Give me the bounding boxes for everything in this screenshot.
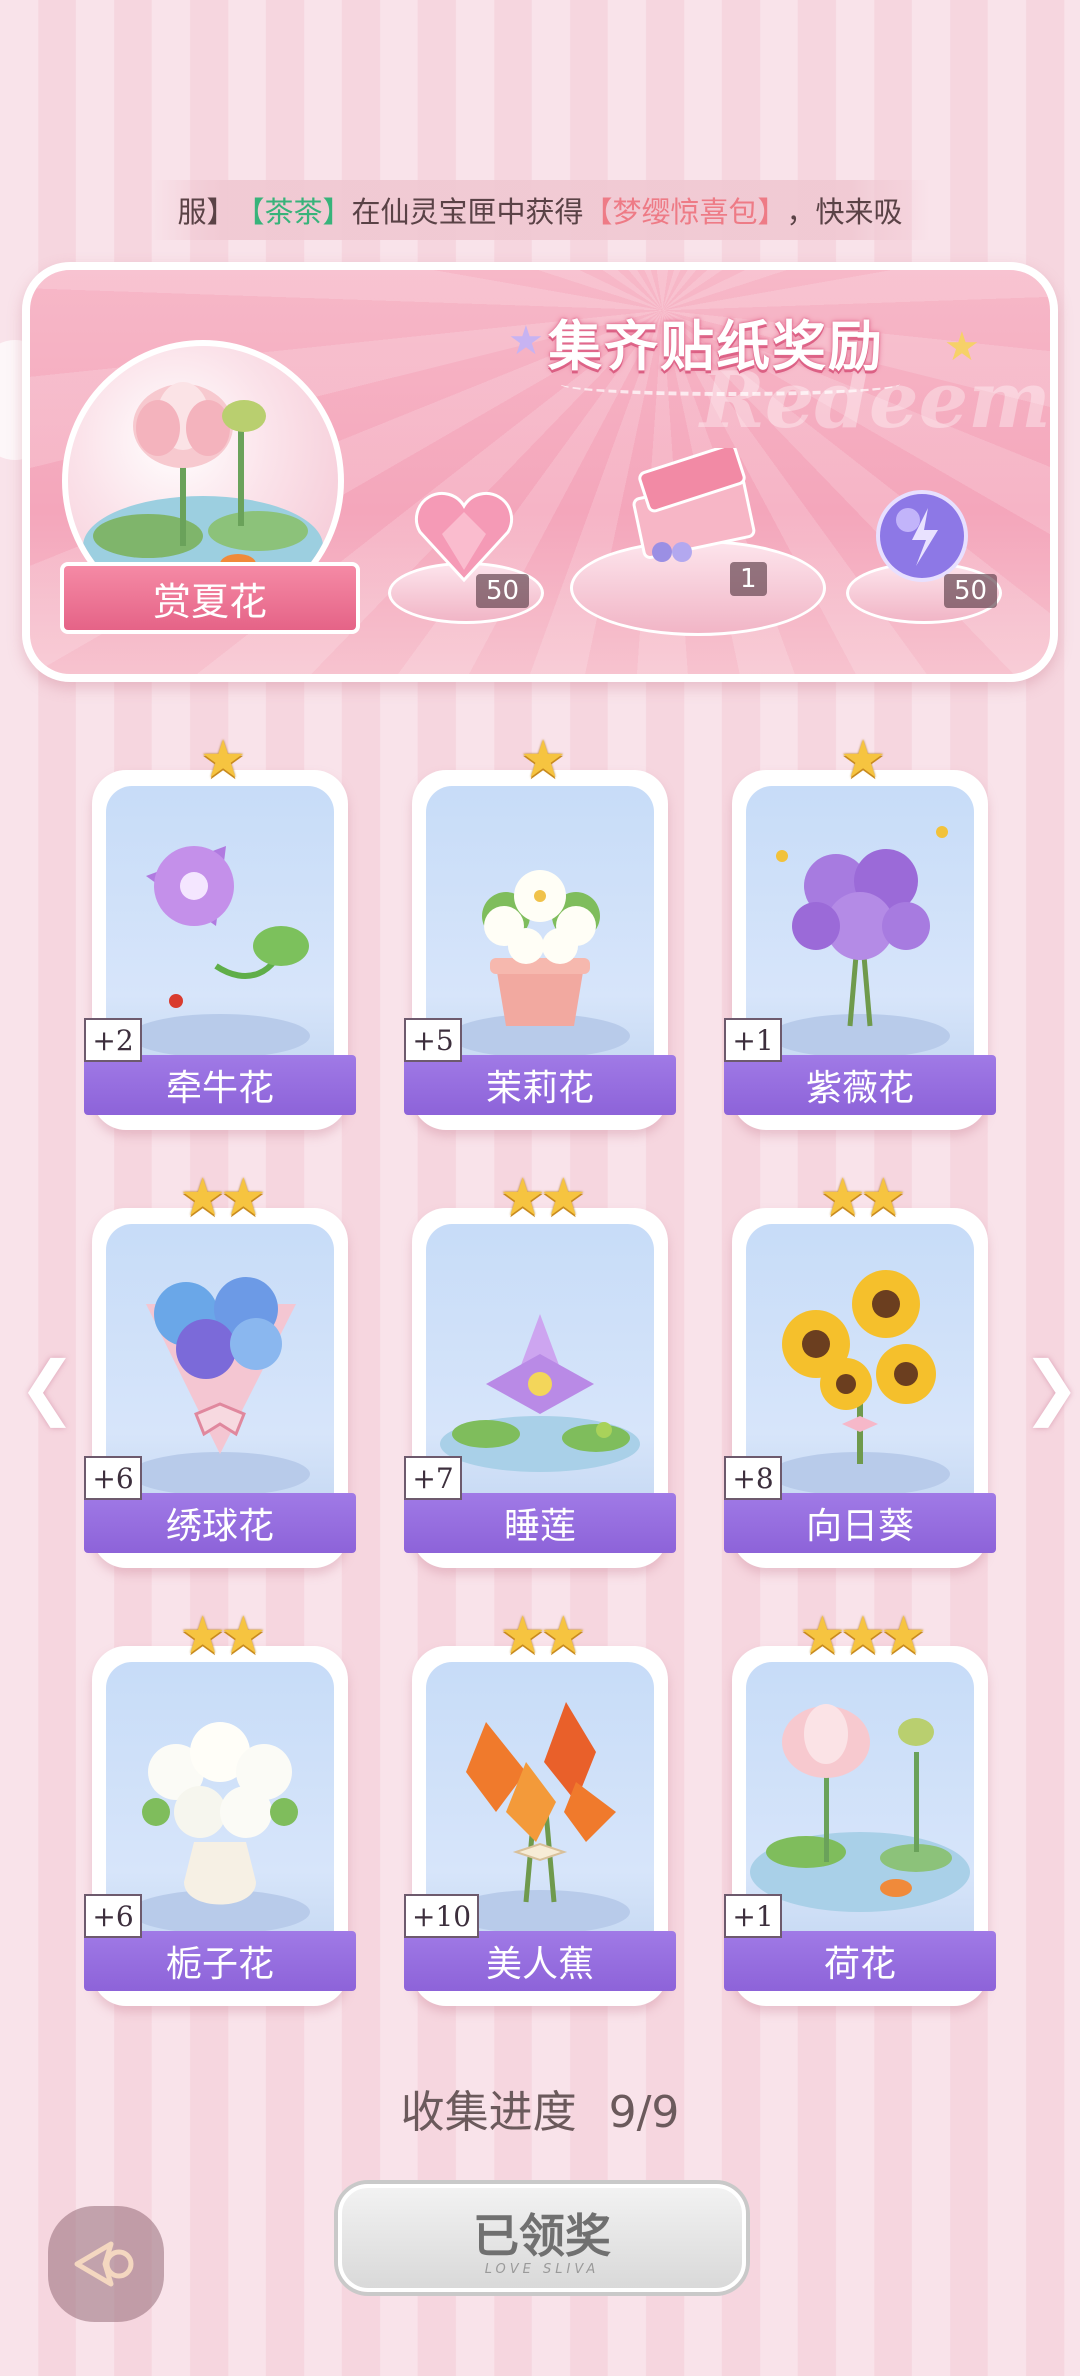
rarity-stars-icon: ★★: [819, 1168, 906, 1228]
marquee-prefix: 服】: [177, 195, 236, 229]
flower-name-label: 牵牛花: [84, 1055, 356, 1115]
banner-title: 集齐贴纸奖励: [548, 315, 884, 378]
rarity-stars-icon: ★★: [499, 1168, 586, 1228]
set-name-label: 赏夏花: [152, 579, 267, 624]
flower-sticker-card[interactable]: ★ 牵牛花 +2: [84, 730, 356, 1130]
flower-sticker-card[interactable]: ★★ 向日葵 +8: [724, 1168, 996, 1568]
marquee-middle: 在仙灵宝匣中获得: [351, 195, 584, 229]
flower-name-label: 荷花: [724, 1931, 996, 1991]
announcement-marquee: 服】 【茶茶】 在仙灵宝匣中获得 【梦缨惊喜包】 ，快来吸: [150, 180, 930, 240]
flower-sticker-card[interactable]: ★★ 美人蕉 +10: [404, 1606, 676, 2006]
collection-progress: 收集进度 9/9: [0, 2076, 1080, 2140]
rarity-stars-icon: ★★★: [799, 1606, 927, 1666]
yellow-star-icon: ★: [944, 324, 980, 370]
rarity-stars-icon: ★★: [179, 1168, 266, 1228]
marquee-item: 【梦缨惊喜包】: [583, 195, 787, 229]
rarity-stars-icon: ★: [519, 730, 567, 790]
next-page-arrow-icon[interactable]: ❯: [1022, 1346, 1080, 1428]
reward-count-badge: 1: [730, 562, 767, 596]
flower-sticker-card[interactable]: ★★ 睡莲 +7: [404, 1168, 676, 1568]
bonus-count-badge: +7: [404, 1456, 462, 1500]
banner-title-underline: [560, 372, 900, 396]
rarity-stars-icon: ★: [199, 730, 247, 790]
flower-sticker-card[interactable]: ★ 茉莉花 +5: [404, 730, 676, 1130]
bonus-count-badge: +10: [404, 1894, 480, 1938]
purple-star-icon: ★: [508, 318, 544, 364]
flower-name-label: 紫薇花: [724, 1055, 996, 1115]
bonus-count-badge: +6: [84, 1894, 142, 1938]
reward-count-badge: 50: [944, 574, 998, 608]
bonus-count-badge: +5: [404, 1018, 462, 1062]
bonus-count-badge: +1: [724, 1894, 782, 1938]
bonus-count-badge: +6: [84, 1456, 142, 1500]
progress-label: 收集进度: [400, 2087, 577, 2138]
flower-sticker-card[interactable]: ★★★ 荷花 +1: [724, 1606, 996, 2006]
gift-box-icon: [622, 443, 762, 572]
claimed-button[interactable]: 已领奖 LOVE SLIVA: [338, 2184, 746, 2292]
flower-sticker-card[interactable]: ★★ 绣球花 +6: [84, 1168, 356, 1568]
flower-name-label: 茉莉花: [404, 1055, 676, 1115]
claimed-button-label: 已领奖: [473, 2208, 611, 2263]
reward-count-badge: 50: [476, 574, 530, 608]
rarity-stars-icon: ★: [839, 730, 887, 790]
flower-name-label: 栀子花: [84, 1931, 356, 1991]
flower-name-label: 绣球花: [84, 1493, 356, 1553]
prev-page-arrow-icon[interactable]: ❮: [18, 1346, 77, 1428]
flower-name-label: 向日葵: [724, 1493, 996, 1553]
rarity-stars-icon: ★★: [499, 1606, 586, 1666]
flower-sticker-card[interactable]: ★★ 栀子花 +6: [84, 1606, 356, 2006]
bonus-count-badge: +8: [724, 1456, 782, 1500]
set-name-tag: 赏夏花: [60, 562, 360, 634]
back-button[interactable]: [48, 2206, 164, 2322]
back-arrow-icon: [74, 2241, 134, 2287]
bonus-count-badge: +1: [724, 1018, 782, 1062]
flower-sticker-card[interactable]: ★ 紫薇花 +1: [724, 730, 996, 1130]
flower-name-label: 美人蕉: [404, 1931, 676, 1991]
bonus-count-badge: +2: [84, 1018, 142, 1062]
claimed-button-sublabel: LOVE SLIVA: [484, 2261, 600, 2277]
progress-value: 9/9: [608, 2087, 680, 2138]
marquee-player: 【茶茶】: [235, 195, 352, 229]
flower-name-label: 睡莲: [404, 1493, 676, 1553]
marquee-end: ，快来吸: [786, 195, 903, 229]
rarity-stars-icon: ★★: [179, 1606, 266, 1666]
